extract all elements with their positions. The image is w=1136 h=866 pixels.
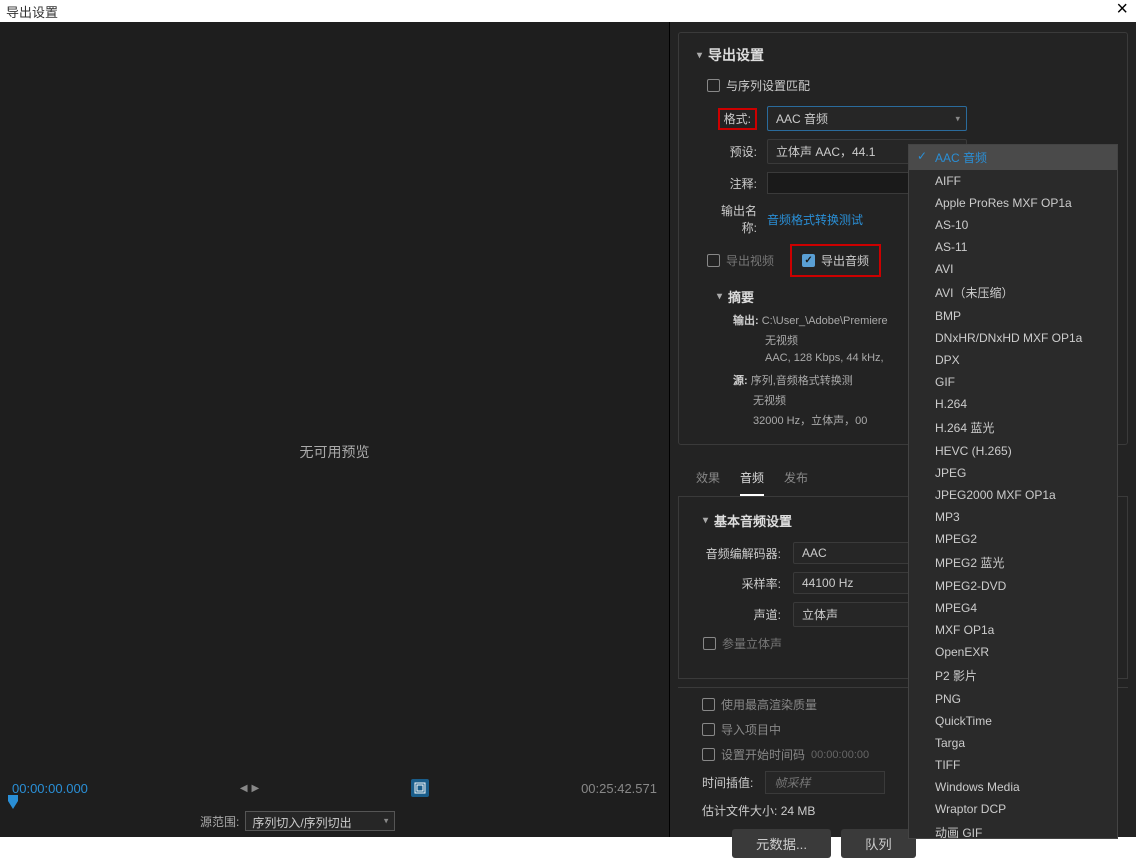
format-option[interactable]: TIFF bbox=[909, 754, 1117, 776]
format-option[interactable]: H.264 蓝光 bbox=[909, 415, 1117, 440]
fit-icon[interactable] bbox=[411, 779, 429, 797]
tab-effects[interactable]: 效果 bbox=[696, 465, 720, 496]
format-option[interactable]: MPEG2 bbox=[909, 528, 1117, 550]
channels-label: 声道: bbox=[703, 606, 793, 623]
format-option[interactable]: MPEG2 蓝光 bbox=[909, 550, 1117, 575]
format-option[interactable]: DPX bbox=[909, 349, 1117, 371]
match-sequence-checkbox[interactable] bbox=[707, 79, 720, 92]
format-select[interactable]: AAC 音频 ▾ bbox=[767, 106, 967, 131]
format-option[interactable]: AS-11 bbox=[909, 236, 1117, 258]
output-path: C:\User_\Adobe\Premiere bbox=[762, 315, 888, 327]
format-option[interactable]: MPEG4 bbox=[909, 597, 1117, 619]
preset-label: 预设: bbox=[707, 143, 767, 160]
format-option[interactable]: JPEG bbox=[909, 462, 1117, 484]
param-stereo-label: 参量立体声 bbox=[722, 635, 782, 652]
format-option[interactable]: BMP bbox=[909, 305, 1117, 327]
import-project-label: 导入项目中 bbox=[721, 721, 781, 738]
format-option[interactable]: Wraptor DCP bbox=[909, 798, 1117, 820]
format-option[interactable]: AVI bbox=[909, 258, 1117, 280]
time-end: 00:25:42.571 bbox=[581, 781, 657, 796]
format-option[interactable]: GIF bbox=[909, 371, 1117, 393]
format-option[interactable]: MXF OP1a bbox=[909, 619, 1117, 641]
chevron-down-icon: ▾ bbox=[703, 515, 708, 526]
match-sequence-label: 与序列设置匹配 bbox=[726, 77, 810, 94]
filesize-value: 24 MB bbox=[781, 804, 816, 818]
queue-button[interactable]: 队列 bbox=[841, 829, 916, 858]
import-project-checkbox[interactable] bbox=[702, 723, 715, 736]
start-tc-checkbox[interactable] bbox=[702, 748, 715, 761]
title-bar: 导出设置 × bbox=[0, 0, 1136, 22]
tab-audio[interactable]: 音频 bbox=[740, 465, 764, 496]
param-stereo-checkbox[interactable] bbox=[703, 637, 716, 650]
output-name-link[interactable]: 音频格式转换测试 bbox=[767, 211, 863, 228]
time-start[interactable]: 00:00:00.000 bbox=[12, 781, 88, 796]
max-quality-label: 使用最高渲染质量 bbox=[721, 696, 817, 713]
interp-label: 时间插值: bbox=[702, 774, 753, 791]
chevron-down-icon: ▾ bbox=[384, 816, 389, 827]
interp-select[interactable]: 帧采样 bbox=[765, 771, 885, 794]
start-tc-label: 设置开始时间码 bbox=[721, 746, 805, 763]
export-settings-header[interactable]: ▾ 导出设置 bbox=[697, 45, 1109, 65]
prev-marker-icon[interactable]: ◀ bbox=[240, 783, 248, 794]
window-title: 导出设置 bbox=[6, 5, 58, 20]
format-option[interactable]: AVI（未压缩） bbox=[909, 280, 1117, 305]
format-dropdown-list: ✓AAC 音频AIFFApple ProRes MXF OP1aAS-10AS-… bbox=[908, 144, 1118, 839]
format-label: 格式: bbox=[718, 108, 757, 130]
comments-label: 注释: bbox=[707, 175, 767, 192]
next-marker-icon[interactable]: ▶ bbox=[252, 783, 260, 794]
format-option[interactable]: QuickTime bbox=[909, 710, 1117, 732]
format-option[interactable]: Targa bbox=[909, 732, 1117, 754]
preview-panel: 无可用预览 00:00:00.000 ◀ ▶ 00:25:42.571 源范围:… bbox=[0, 22, 670, 837]
start-tc-value: 00:00:00:00 bbox=[811, 749, 869, 761]
format-option[interactable]: MP3 bbox=[909, 506, 1117, 528]
format-option[interactable]: JPEG2000 MXF OP1a bbox=[909, 484, 1117, 506]
export-audio-checkbox[interactable]: ✓ bbox=[802, 254, 815, 267]
timeline-row: 00:00:00.000 ◀ ▶ 00:25:42.571 bbox=[0, 779, 669, 797]
format-option[interactable]: DNxHR/DNxHD MXF OP1a bbox=[909, 327, 1117, 349]
main-container: 无可用预览 00:00:00.000 ◀ ▶ 00:25:42.571 源范围:… bbox=[0, 22, 1136, 837]
source-seq: 序列,音频格式转换测 bbox=[751, 375, 853, 387]
format-option[interactable]: PNG bbox=[909, 688, 1117, 710]
chevron-down-icon: ▾ bbox=[955, 113, 960, 124]
filesize-label: 估计文件大小: bbox=[702, 804, 777, 818]
chevron-down-icon: ▾ bbox=[717, 291, 722, 302]
format-option[interactable]: Windows Media bbox=[909, 776, 1117, 798]
check-icon: ✓ bbox=[917, 149, 927, 163]
export-video-label: 导出视频 bbox=[726, 252, 774, 269]
format-option[interactable]: AS-10 bbox=[909, 214, 1117, 236]
source-label: 源: bbox=[733, 375, 748, 387]
export-audio-label: 导出音频 bbox=[821, 252, 869, 269]
source-range-select[interactable]: 序列切入/序列切出 ▾ bbox=[245, 811, 395, 831]
format-option[interactable]: H.264 bbox=[909, 393, 1117, 415]
chevron-down-icon: ▾ bbox=[697, 50, 702, 61]
metadata-button[interactable]: 元数据... bbox=[732, 829, 831, 858]
format-option[interactable]: AIFF bbox=[909, 170, 1117, 192]
timeline-track[interactable] bbox=[0, 799, 669, 809]
format-option[interactable]: MPEG2-DVD bbox=[909, 575, 1117, 597]
playhead-icon[interactable] bbox=[8, 795, 18, 809]
tab-publish[interactable]: 发布 bbox=[784, 465, 808, 496]
format-option[interactable]: ✓AAC 音频 bbox=[909, 145, 1117, 170]
format-option[interactable]: P2 影片 bbox=[909, 663, 1117, 688]
format-option[interactable]: OpenEXR bbox=[909, 641, 1117, 663]
codec-label: 音频编解码器: bbox=[703, 545, 793, 562]
source-range-label: 源范围: bbox=[200, 813, 239, 830]
format-option[interactable]: Apple ProRes MXF OP1a bbox=[909, 192, 1117, 214]
format-option[interactable]: HEVC (H.265) bbox=[909, 440, 1117, 462]
export-video-checkbox[interactable] bbox=[707, 254, 720, 267]
output-label: 输出: bbox=[733, 315, 759, 327]
max-quality-checkbox[interactable] bbox=[702, 698, 715, 711]
close-icon[interactable]: × bbox=[1116, 0, 1128, 21]
sample-rate-label: 采样率: bbox=[703, 575, 793, 592]
no-preview-text: 无可用预览 bbox=[300, 442, 370, 462]
output-name-label: 输出名称: bbox=[707, 202, 767, 236]
settings-panel: ▾ 导出设置 与序列设置匹配 格式: AAC 音频 ▾ 预设: 立体声 AAC，… bbox=[670, 22, 1136, 837]
format-option[interactable]: 动画 GIF bbox=[909, 820, 1117, 839]
source-range: 源范围: 序列切入/序列切出 ▾ bbox=[200, 811, 395, 831]
